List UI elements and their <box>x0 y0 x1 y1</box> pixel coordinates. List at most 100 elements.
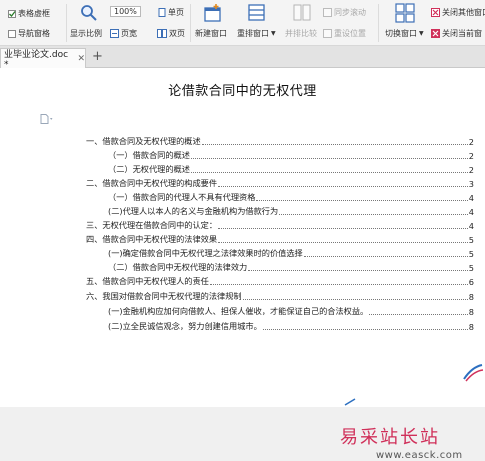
toc-leader <box>248 270 468 271</box>
toc-leader <box>218 242 468 243</box>
toc-entry-page: 8 <box>468 322 474 332</box>
side-by-side-icon[interactable] <box>293 4 311 25</box>
toc-entry-text: 三、无权代理在借款合同中的认定： <box>86 220 218 230</box>
single-page-icon <box>158 8 166 17</box>
toc-entry-page: 4 <box>468 207 474 217</box>
close-current-label: 关闭当前窗 <box>442 29 482 38</box>
toc-leader <box>242 299 468 300</box>
side-by-side-label: 并排比较 <box>285 29 317 38</box>
rearrange-window-label: 重排窗口 <box>237 29 269 38</box>
page-width-label: 页宽 <box>121 29 137 38</box>
toc-entry-text: 四、借款合同中无权代理的法律效果 <box>86 234 218 244</box>
page-marker-icon[interactable] <box>40 114 54 127</box>
show-ratio-button[interactable]: 显示比例 <box>70 28 102 39</box>
view-ribbon: 表格虚框 导航窗格 显示比例 100% 单页 页宽 双页 新建窗口 重排窗口 ▼… <box>0 0 485 46</box>
document-tab-strip: 业毕业论文.doc * ✕ + <box>0 46 485 70</box>
toc-entry-page: 4 <box>468 193 474 203</box>
magnifier-icon[interactable] <box>80 4 98 25</box>
close-current-icon <box>431 29 440 38</box>
toc-entry[interactable]: 三、无权代理在借款合同中的认定： 4 <box>86 220 474 231</box>
close-other-windows-button[interactable]: 关闭其他窗口 <box>431 7 485 18</box>
toc-leader <box>256 200 468 201</box>
document-page[interactable]: 论借款合同中的无权代理 一、借款合同及无权代理的概述 2 （一）借款合同的概述 2 … <box>0 68 485 461</box>
single-page-button[interactable]: 单页 <box>158 7 184 18</box>
single-page-label: 单页 <box>168 8 184 17</box>
document-tab[interactable]: 业毕业论文.doc * ✕ <box>0 48 86 70</box>
toc-entry-page: 8 <box>468 307 474 317</box>
toc-entry-page: 4 <box>468 221 474 231</box>
sync-scroll-button[interactable]: 同步滚动 <box>323 7 366 18</box>
toc-entry-text: (一)金融机构应加何向借款人、担保人催收，才能保证自己的合法权益。 <box>108 306 369 316</box>
toc-entry-text: （一）借款合同的概述 <box>108 150 190 160</box>
toc-entry-text: (一)确定借款合同中无权代理之法律效果时的价值选择 <box>108 248 303 258</box>
toc-leader <box>303 256 468 257</box>
reset-position-button[interactable]: 重设位置 <box>323 28 366 39</box>
table-grid-checkbox[interactable]: 表格虚框 <box>8 8 50 19</box>
toc-entry[interactable]: (二)立全民诚信观念，努力创建信用城市。 8 <box>108 321 474 332</box>
reset-position-label: 重设位置 <box>334 29 366 38</box>
toc-leader <box>190 172 468 173</box>
close-icon[interactable]: ✕ <box>77 54 85 64</box>
toc-entry-text: （一）借款合同的代理人不具有代理资格 <box>108 192 256 202</box>
toc-entry-text: （二）借款合同中无权代理的法律效力 <box>108 262 248 272</box>
nav-pane-checkbox[interactable]: 导航窗格 <box>8 28 50 39</box>
toc-entry[interactable]: （一）借款合同的代理人不具有代理资格 4 <box>108 192 474 203</box>
toc-entry-page: 3 <box>468 179 474 189</box>
close-current-window-button[interactable]: 关闭当前窗 <box>431 28 482 39</box>
double-page-label: 双页 <box>169 29 185 38</box>
toc-leader <box>190 158 468 159</box>
switch-window-icon[interactable] <box>395 3 415 26</box>
toc-entry-page: 8 <box>468 292 474 302</box>
chevron-down-icon: ▼ <box>419 30 424 37</box>
ribbon-divider <box>66 4 67 42</box>
ribbon-divider <box>190 4 191 42</box>
toc-entry-page: 5 <box>468 249 474 259</box>
new-window-label: 新建窗口 <box>195 29 227 38</box>
rearrange-window-icon[interactable] <box>247 3 267 26</box>
toc-entry-page: 5 <box>468 235 474 245</box>
new-window-icon[interactable] <box>203 3 223 26</box>
toc-entry[interactable]: (二)代理人以本人的名义与金融机构为借款行为 4 <box>108 206 474 217</box>
double-page-button[interactable]: 双页 <box>157 28 185 39</box>
toc-entry-text: （二）无权代理的概述 <box>108 164 190 174</box>
toc-entry[interactable]: (一)金融机构应加何向借款人、担保人催收，才能保证自己的合法权益。 8 <box>108 306 474 317</box>
checkbox-icon <box>8 29 16 38</box>
double-page-icon <box>157 29 167 38</box>
new-window-button[interactable]: 新建窗口 <box>195 28 227 39</box>
toc-entry[interactable]: 六、我国对借款合同中无权代理的法律规制 8 <box>86 291 474 302</box>
switch-window-label: 切换窗口 <box>385 29 417 38</box>
zoom-value: 100% <box>110 6 141 17</box>
close-others-label: 关闭其他窗口 <box>442 8 485 17</box>
watermark-url: www.easck.com <box>376 450 463 461</box>
toc-entry-text: 二、借款合同中无权代理的构成要件 <box>86 178 218 188</box>
toc-entry[interactable]: （二）无权代理的概述 2 <box>108 164 474 175</box>
watermark-decoration <box>460 363 484 386</box>
sync-scroll-label: 同步滚动 <box>334 8 366 17</box>
page-width-button[interactable]: 页宽 <box>110 28 137 39</box>
side-by-side-button[interactable]: 并排比较 <box>285 28 317 39</box>
switch-window-button[interactable]: 切换窗口 ▼ <box>385 28 424 39</box>
toc-entry-text: (二)代理人以本人的名义与金融机构为借款行为 <box>108 206 279 216</box>
toc-leader <box>279 214 468 215</box>
toc-entry[interactable]: 五、借款合同中无权代理人的责任 6 <box>86 276 474 287</box>
ribbon-divider <box>378 4 379 42</box>
toc-entry-page: 2 <box>468 137 474 147</box>
toc-entry-page: 2 <box>468 151 474 161</box>
toc-entry-page: 6 <box>468 277 474 287</box>
rearrange-window-button[interactable]: 重排窗口 ▼ <box>237 28 276 39</box>
toc-entry[interactable]: （二）借款合同中无权代理的法律效力 5 <box>108 262 474 273</box>
toc-entry[interactable]: 四、借款合同中无权代理的法律效果 5 <box>86 234 474 245</box>
add-tab-button[interactable]: + <box>92 49 103 64</box>
toc-entry[interactable]: 一、借款合同及无权代理的概述 2 <box>86 136 474 147</box>
toc-entry-page: 2 <box>468 165 474 175</box>
toc-entry-text: 六、我国对借款合同中无权代理的法律规制 <box>86 291 242 301</box>
watermark-accent <box>344 398 356 409</box>
zoom-field[interactable]: 100% <box>110 6 141 17</box>
toc-entry[interactable]: 二、借款合同中无权代理的构成要件 3 <box>86 178 474 189</box>
toc-entry[interactable]: （一）借款合同的概述 2 <box>108 150 474 161</box>
toc-entry-text: 五、借款合同中无权代理人的责任 <box>86 276 209 286</box>
toc-entry[interactable]: (一)确定借款合同中无权代理之法律效果时的价值选择 5 <box>108 248 474 259</box>
watermark-brand: 易采站长站 <box>340 427 440 448</box>
show-ratio-label: 显示比例 <box>70 29 102 38</box>
document-tab-label: 业毕业论文.doc * <box>4 50 69 70</box>
